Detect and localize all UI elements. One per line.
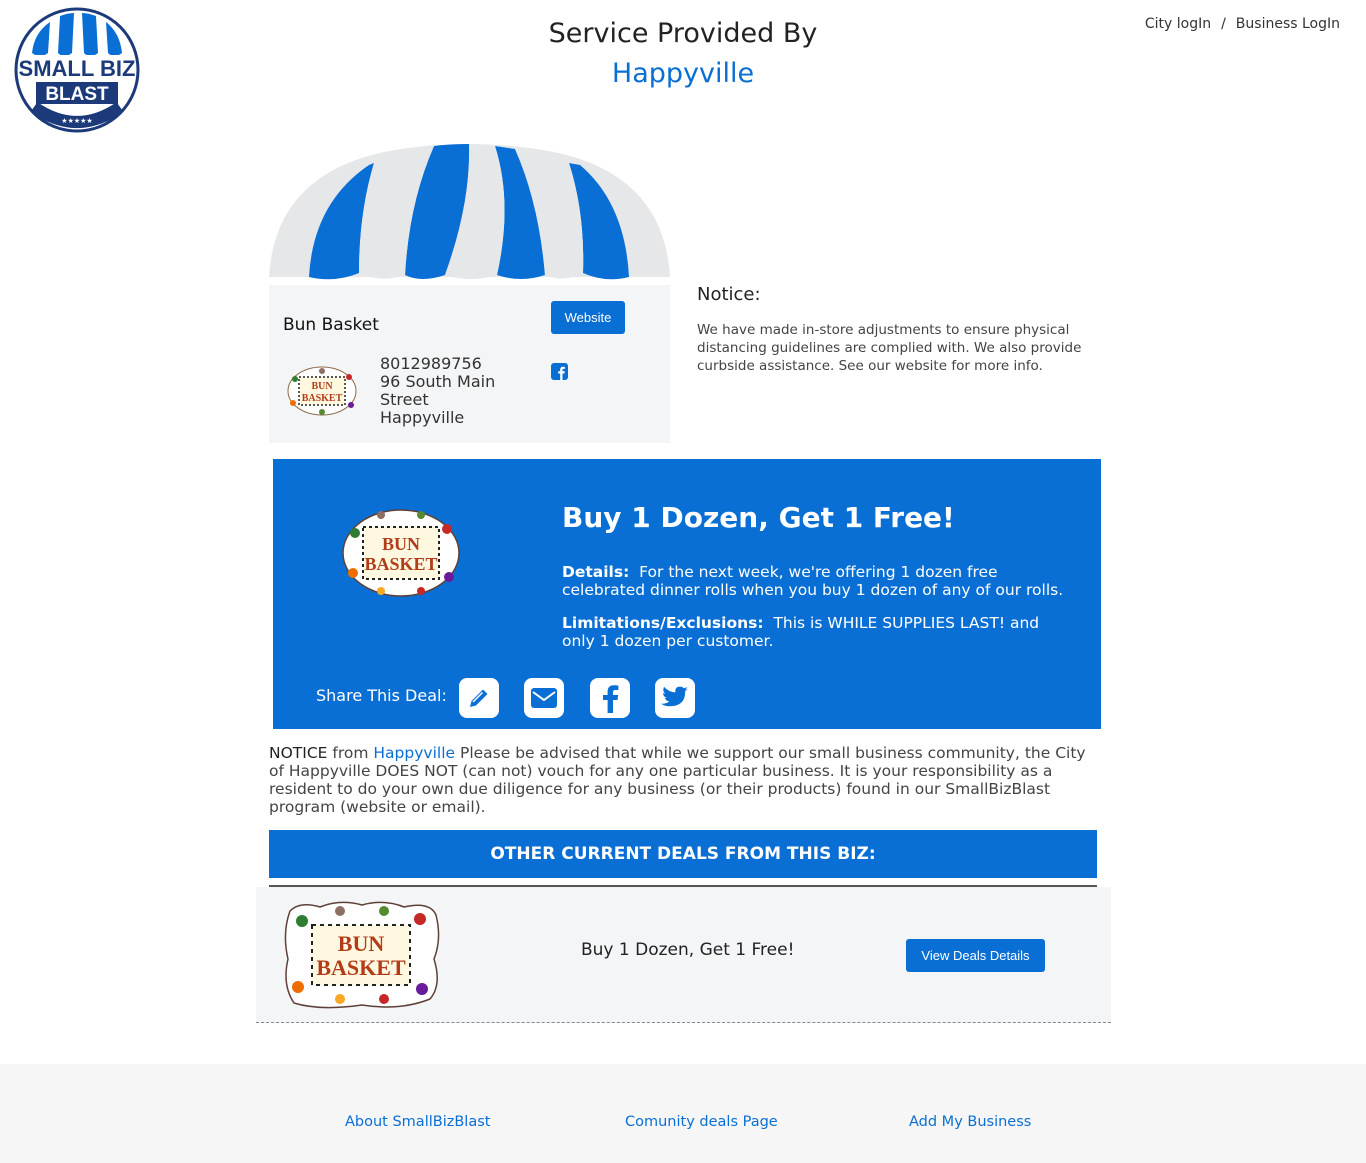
business-card: Bun Basket Website BUN BASKET 8012989756… xyxy=(269,285,670,443)
business-logo-thumbnail: BUN BASKET xyxy=(287,366,357,416)
svg-text:BUN: BUN xyxy=(311,381,333,392)
footer-about-link[interactable]: About SmallBizBlast xyxy=(345,1114,490,1130)
business-city: Happyville xyxy=(380,408,465,427)
deal-thumbnail[interactable]: BUN BASKET xyxy=(280,899,442,1011)
business-login-link[interactable]: Business LogIn xyxy=(1236,16,1340,32)
svg-text:BASKET: BASKET xyxy=(302,393,343,404)
deal-limitations-label: Limitations/Exclusions: xyxy=(562,614,764,632)
deal-business-logo: BUN BASKET xyxy=(342,509,460,597)
svg-text:BUN: BUN xyxy=(382,534,420,554)
pencil-icon xyxy=(470,689,488,707)
svg-text:★★★★★: ★★★★★ xyxy=(61,117,92,125)
website-button[interactable]: Website xyxy=(551,301,625,334)
email-icon xyxy=(531,688,557,708)
business-address-line1: 96 South Main xyxy=(380,372,496,391)
svg-text:BASKET: BASKET xyxy=(364,554,437,574)
notice-heading: Notice: xyxy=(697,284,761,305)
deal-panel: BUN BASKET Buy 1 Dozen, Get 1 Free! Deta… xyxy=(273,459,1101,729)
facebook-icon xyxy=(603,685,619,713)
list-item: BUN BASKET Buy 1 Dozen, Get 1 Free! View… xyxy=(256,887,1111,1023)
disclaimer-from-word: from xyxy=(332,744,369,762)
business-contact: 8012989756 96 South Main Street Happyvil… xyxy=(380,355,495,427)
deal-details-label: Details: xyxy=(562,563,630,581)
auth-separator: / xyxy=(1221,16,1226,32)
view-deal-details-button[interactable]: View Deals Details xyxy=(906,939,1045,972)
disclaimer-notice-word: NOTICE xyxy=(269,744,328,762)
other-deals-heading: OTHER CURRENT DEALS FROM THIS BIZ: xyxy=(269,830,1097,878)
city-login-link[interactable]: City logIn xyxy=(1145,16,1211,32)
storefront-awning xyxy=(269,144,670,280)
business-phone: 8012989756 xyxy=(380,354,482,373)
footer-community-link[interactable]: Comunity deals Page xyxy=(625,1114,778,1130)
deal-details-text: For the next week, we're offering 1 doze… xyxy=(562,563,1064,599)
city-disclaimer: NOTICE from Happyville Please be advised… xyxy=(269,744,1099,816)
deal-details: Details: For the next week, we're offeri… xyxy=(562,563,1072,599)
share-label: Share This Deal: xyxy=(316,686,447,705)
share-twitter-button[interactable] xyxy=(655,678,695,718)
deal-limitations: Limitations/Exclusions: This is WHILE SU… xyxy=(562,614,1072,650)
city-name: Happyville xyxy=(611,58,755,89)
svg-text:BUN: BUN xyxy=(338,931,385,956)
share-email-button[interactable] xyxy=(524,678,564,718)
footer-add-business-link[interactable]: Add My Business xyxy=(909,1114,1031,1130)
share-edit-button[interactable] xyxy=(459,678,499,718)
business-name: Bun Basket xyxy=(283,315,379,335)
twitter-icon xyxy=(661,686,688,707)
facebook-icon[interactable] xyxy=(551,363,568,380)
footer: About SmallBizBlast Comunity deals Page … xyxy=(0,1064,1366,1163)
share-facebook-button[interactable] xyxy=(590,678,630,718)
disclaimer-city[interactable]: Happyville xyxy=(373,744,455,762)
other-deal-title: Buy 1 Dozen, Get 1 Free! xyxy=(581,940,795,960)
deal-title: Buy 1 Dozen, Get 1 Free! xyxy=(562,501,955,534)
svg-text:BASKET: BASKET xyxy=(316,955,406,980)
business-address-line2: Street xyxy=(380,390,429,409)
auth-links: City logIn / Business LogIn xyxy=(1145,16,1340,32)
notice-text: We have made in-store adjustments to ens… xyxy=(697,322,1082,374)
